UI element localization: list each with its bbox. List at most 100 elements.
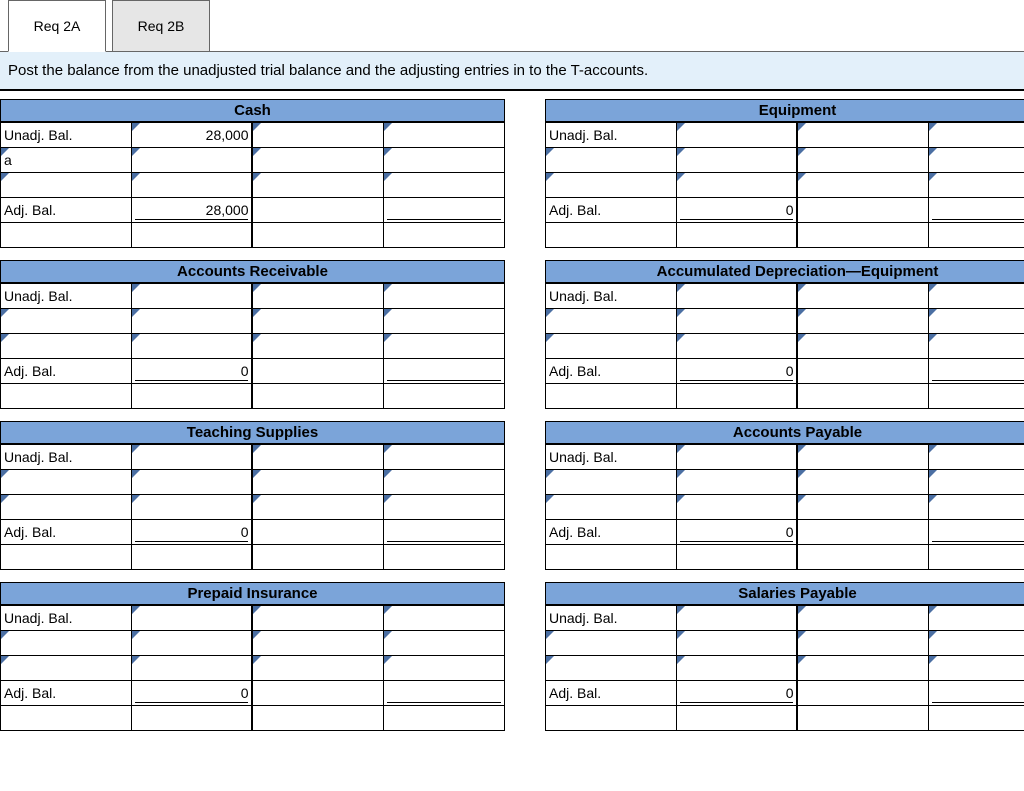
debit-label[interactable] [1,495,132,520]
credit-amount[interactable] [384,495,505,520]
debit-amount[interactable] [677,656,798,681]
debit-amount[interactable] [132,606,253,631]
adj-debit-amount: 0 [132,681,253,706]
debit-label[interactable] [546,148,677,173]
credit-label[interactable] [797,148,928,173]
credit-label[interactable] [252,656,383,681]
debit-amount[interactable] [132,148,253,173]
credit-label[interactable] [252,284,383,309]
credit-amount[interactable] [384,123,505,148]
debit-label[interactable]: Unadj. Bal. [546,445,677,470]
credit-label[interactable] [797,309,928,334]
debit-label[interactable] [546,656,677,681]
debit-label[interactable] [546,309,677,334]
debit-label[interactable] [546,173,677,198]
debit-label[interactable]: Unadj. Bal. [1,606,132,631]
credit-label[interactable] [797,284,928,309]
credit-label[interactable] [252,334,383,359]
credit-label[interactable] [797,495,928,520]
debit-amount[interactable] [132,284,253,309]
debit-label[interactable]: Unadj. Bal. [546,284,677,309]
debit-label[interactable] [1,470,132,495]
credit-label[interactable] [252,445,383,470]
credit-amount[interactable] [384,470,505,495]
credit-label[interactable] [252,123,383,148]
tab-req-2b[interactable]: Req 2B [112,0,210,52]
debit-amount[interactable] [677,606,798,631]
debit-amount[interactable] [132,309,253,334]
debit-amount[interactable] [677,148,798,173]
credit-amount[interactable] [929,123,1024,148]
debit-amount[interactable] [677,445,798,470]
credit-amount[interactable] [384,173,505,198]
credit-amount[interactable] [384,445,505,470]
debit-label[interactable] [1,309,132,334]
credit-label[interactable] [797,445,928,470]
credit-label[interactable] [252,309,383,334]
debit-label[interactable]: Unadj. Bal. [1,284,132,309]
credit-amount[interactable] [929,631,1024,656]
credit-label[interactable] [797,173,928,198]
debit-amount[interactable] [132,334,253,359]
debit-label[interactable] [1,656,132,681]
credit-label[interactable] [797,606,928,631]
debit-label[interactable] [546,470,677,495]
credit-amount[interactable] [929,309,1024,334]
debit-label[interactable] [546,631,677,656]
credit-amount[interactable] [929,284,1024,309]
debit-amount[interactable] [132,495,253,520]
debit-amount[interactable] [677,495,798,520]
debit-amount[interactable]: 28,000 [132,123,253,148]
credit-label[interactable] [797,334,928,359]
credit-label[interactable] [797,470,928,495]
debit-label[interactable]: a [1,148,132,173]
credit-amount[interactable] [384,656,505,681]
credit-label[interactable] [252,173,383,198]
debit-label[interactable]: Unadj. Bal. [1,445,132,470]
credit-amount[interactable] [384,334,505,359]
credit-label[interactable] [252,470,383,495]
credit-amount[interactable] [929,445,1024,470]
credit-label[interactable] [252,606,383,631]
credit-amount[interactable] [929,148,1024,173]
debit-label[interactable] [1,334,132,359]
credit-label[interactable] [252,495,383,520]
instruction-text: Post the balance from the unadjusted tri… [0,52,1024,91]
credit-amount[interactable] [384,148,505,173]
credit-label[interactable] [797,123,928,148]
debit-label[interactable] [546,495,677,520]
debit-label[interactable] [1,173,132,198]
credit-amount[interactable] [929,173,1024,198]
credit-label[interactable] [252,631,383,656]
credit-amount[interactable] [929,495,1024,520]
debit-amount[interactable] [132,445,253,470]
debit-label[interactable]: Unadj. Bal. [546,606,677,631]
debit-label[interactable]: Unadj. Bal. [1,123,132,148]
debit-amount[interactable] [677,631,798,656]
credit-amount[interactable] [384,309,505,334]
credit-label[interactable] [797,631,928,656]
debit-amount[interactable] [677,123,798,148]
credit-amount[interactable] [929,470,1024,495]
credit-label[interactable] [252,148,383,173]
debit-amount[interactable] [132,173,253,198]
debit-label[interactable] [1,631,132,656]
tab-req-2a[interactable]: Req 2A [8,0,106,52]
credit-label[interactable] [797,656,928,681]
credit-amount[interactable] [929,606,1024,631]
debit-amount[interactable] [132,631,253,656]
credit-amount[interactable] [929,656,1024,681]
debit-label[interactable] [546,334,677,359]
debit-amount[interactable] [677,173,798,198]
credit-amount[interactable] [384,631,505,656]
debit-amount[interactable] [677,309,798,334]
debit-amount[interactable] [677,470,798,495]
debit-amount[interactable] [677,284,798,309]
credit-amount[interactable] [384,284,505,309]
credit-amount[interactable] [929,334,1024,359]
credit-amount[interactable] [384,606,505,631]
debit-amount[interactable] [132,656,253,681]
debit-amount[interactable] [677,334,798,359]
debit-amount[interactable] [132,470,253,495]
debit-label[interactable]: Unadj. Bal. [546,123,677,148]
